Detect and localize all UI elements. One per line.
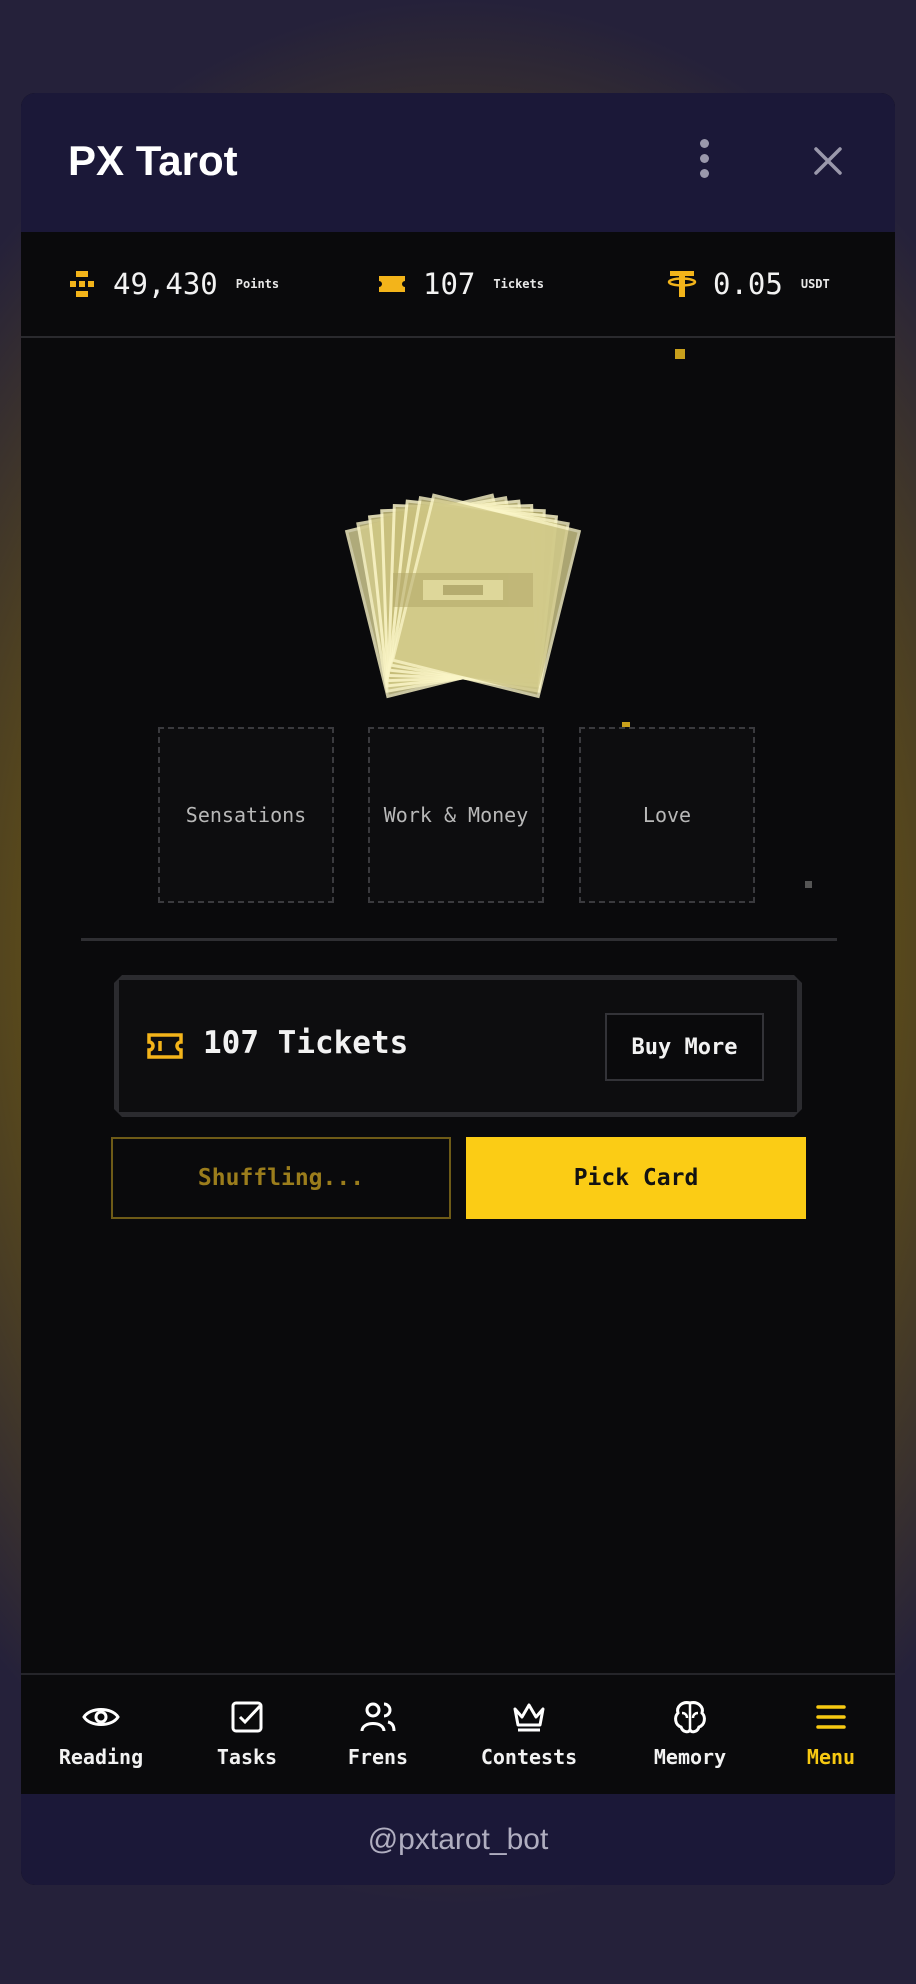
nav-tasks-label: Tasks [216, 1745, 278, 1769]
spread-slot-love[interactable]: Love [579, 727, 755, 903]
tickets-unit: Tickets [493, 277, 544, 291]
nav-reading-label: Reading [58, 1745, 144, 1769]
title-bar: PX Tarot [21, 93, 895, 232]
divider [81, 938, 837, 941]
spread-slot-sensations[interactable]: Sensations [158, 727, 334, 903]
nav-memory[interactable]: Memory [625, 1697, 755, 1769]
card-deck[interactable] [273, 488, 653, 718]
crown-icon [513, 1703, 545, 1732]
points-unit: Points [235, 277, 280, 291]
stat-points: 49,430 Points [65, 264, 279, 304]
nav-reading[interactable]: Reading [36, 1697, 166, 1769]
sparkle [675, 349, 685, 359]
more-options-icon[interactable] [693, 139, 715, 183]
bot-handle[interactable]: @pxtarot_bot [21, 1794, 895, 1885]
sparkle [805, 881, 812, 888]
nav-contests[interactable]: Contests [464, 1697, 594, 1769]
checkbox-icon [231, 1701, 263, 1733]
nav-frens[interactable]: Frens [313, 1697, 443, 1769]
usdt-icon [667, 271, 697, 297]
menu-icon [816, 1705, 846, 1729]
spread-slot-work-money[interactable]: Work & Money [368, 727, 544, 903]
brain-icon [674, 1701, 706, 1734]
nav-frens-label: Frens [347, 1745, 409, 1769]
tickets-count: 107 Tickets [203, 1025, 409, 1061]
nav-menu[interactable]: Menu [766, 1697, 895, 1769]
users-icon [360, 1702, 396, 1732]
close-icon[interactable] [806, 139, 850, 183]
usdt-unit: USDT [800, 277, 830, 291]
ticket-icon [147, 1033, 183, 1059]
stats-bar: 49,430 Points 107 Tickets 0.05 USDT [21, 232, 895, 338]
bottom-nav: Reading Tasks Frens Contests Memory Menu [21, 1673, 895, 1796]
points-icon [70, 271, 94, 297]
buy-more-button[interactable]: Buy More [605, 1013, 764, 1081]
eye-icon [82, 1708, 120, 1726]
points-value: 49,430 [113, 267, 218, 301]
mini-app-window: PX Tarot 49,430 Points 107 Tickets 0.05 … [21, 93, 895, 1885]
nav-memory-label: Memory [653, 1745, 727, 1769]
app-title: PX Tarot [68, 137, 238, 184]
nav-tasks[interactable]: Tasks [182, 1697, 312, 1769]
shuffling-button[interactable]: Shuffling... [111, 1137, 451, 1219]
usdt-value: 0.05 [713, 267, 783, 301]
stat-tickets: 107 Tickets [375, 264, 544, 304]
tickets-value: 107 [423, 267, 476, 301]
nav-menu-label: Menu [806, 1745, 856, 1769]
footer-bar: @pxtarot_bot [21, 1794, 895, 1885]
nav-contests-label: Contests [480, 1745, 578, 1769]
pick-card-button[interactable]: Pick Card [466, 1137, 806, 1219]
stat-usdt: 0.05 USDT [665, 264, 830, 304]
ticket-icon [379, 276, 405, 292]
